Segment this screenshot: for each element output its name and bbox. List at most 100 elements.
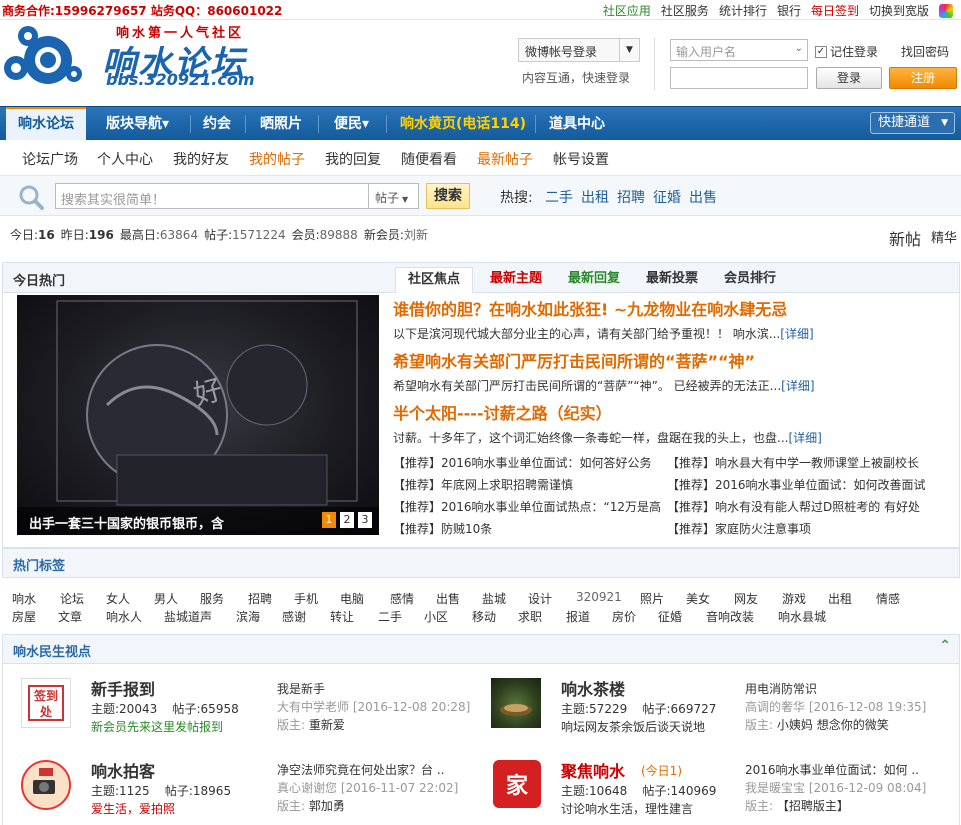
password-input[interactable] (670, 67, 808, 89)
subnav-forum-square[interactable]: 论坛广场 (22, 149, 78, 169)
link-ranking[interactable]: 统计排行 (719, 2, 767, 19)
rec-link[interactable]: 【推荐】2016响水事业单位面试：如何答好公务 (393, 454, 652, 471)
tag-link[interactable]: 房屋 (12, 608, 36, 625)
theme-color-icon[interactable] (939, 3, 953, 18)
rec-link[interactable]: 【推荐】2016响水事业单位面试：如何改善面试 (667, 476, 926, 493)
tag-link[interactable]: 感谢 (282, 608, 306, 625)
slide-dot-3[interactable]: 3 (358, 512, 372, 528)
register-button[interactable]: 注册 (889, 67, 957, 89)
hot-search-sale[interactable]: 出售 (689, 187, 717, 207)
tag-link[interactable]: 招聘 (248, 590, 272, 607)
forum-name[interactable]: 响水拍客 (91, 758, 155, 782)
rec-link[interactable]: 【推荐】年底网上求职招聘需谨慎 (393, 476, 573, 493)
tag-link[interactable]: 移动 (472, 608, 496, 625)
tag-link[interactable]: 房价 (612, 608, 636, 625)
tag-link[interactable]: 感情 (390, 590, 414, 607)
link-community-services[interactable]: 社区服务 (661, 2, 709, 19)
collapse-icon[interactable]: ⌃ (939, 638, 951, 654)
slide-dot-2[interactable]: 2 (340, 512, 354, 528)
hot-search-recruit[interactable]: 招聘 (617, 187, 645, 207)
remember-login[interactable]: ✓ 记住登录 (815, 43, 878, 60)
tag-link[interactable]: 求职 (518, 608, 542, 625)
link-daily-signin[interactable]: 每日签到 (811, 2, 859, 19)
forum-name[interactable]: 聚焦响水 (561, 758, 625, 782)
search-button[interactable]: 搜索 (426, 183, 470, 209)
tab-latest-replies[interactable]: 最新回复 (555, 267, 633, 293)
tag-link[interactable]: 游戏 (782, 590, 806, 607)
tag-link[interactable]: 美女 (686, 590, 710, 607)
tag-link[interactable]: 盐城 (482, 590, 506, 607)
forum-icon-photographer[interactable] (21, 760, 71, 810)
rec-link[interactable]: 【推荐】响水有没有能人帮过D照桩考的 有好处 (667, 498, 920, 515)
nav-forum-home[interactable]: 响水论坛 (6, 107, 86, 141)
nav-tool-center[interactable]: 道具中心 (537, 107, 617, 141)
headline-3[interactable]: 半个太阳----讨薪之路（纪实） (393, 400, 612, 424)
slideshow[interactable]: 好 出手一套三十国家的银币银币，含 1 2 3 (17, 295, 379, 535)
rec-link[interactable]: 【推荐】家庭防火注意事项 (667, 520, 811, 537)
tag-link[interactable]: 响水县城 (778, 608, 826, 625)
subnav-my-friends[interactable]: 我的好友 (173, 149, 229, 169)
tag-link[interactable]: 320921 (576, 590, 622, 604)
forum-last-post[interactable]: 净空法师究竟在何处出家？台 .. (277, 761, 444, 778)
tag-link[interactable]: 滨海 (236, 608, 260, 625)
slide-dot-1[interactable]: 1 (322, 512, 336, 528)
tag-link[interactable]: 报道 (566, 608, 590, 625)
nav-convenience[interactable]: 便民▾ (322, 107, 381, 141)
tag-link[interactable]: 出售 (436, 590, 460, 607)
subnav-my-posts[interactable]: 我的帖子 (249, 149, 305, 169)
subnav-random[interactable]: 随便看看 (401, 149, 457, 169)
forum-icon-teahouse[interactable] (491, 678, 541, 728)
username-input[interactable]: 输入用户名 ⌄ (670, 39, 808, 61)
tag-link[interactable]: 照片 (640, 590, 664, 607)
tab-member-ranking[interactable]: 会员排行 (711, 267, 789, 293)
tab-latest-topics[interactable]: 最新主题 (477, 267, 555, 293)
weibo-login-select[interactable]: 微博帐号登录 ▼ (518, 38, 640, 62)
retrieve-password-link[interactable]: 找回密码 (901, 43, 949, 60)
tag-link[interactable]: 响水 (12, 590, 36, 607)
tag-link[interactable]: 论坛 (60, 590, 84, 607)
forum-icon-focus[interactable]: 家 (493, 760, 541, 808)
slide-caption[interactable]: 出手一套三十国家的银币银币，含 (29, 513, 224, 532)
forum-last-post[interactable]: 用电消防常识 (745, 680, 817, 697)
search-type-select[interactable]: 帖子 ▼ (369, 183, 419, 209)
forum-name[interactable]: 新手报到 (91, 676, 155, 700)
tag-link[interactable]: 网友 (734, 590, 758, 607)
nav-yellow-pages[interactable]: 响水黄页(电话114) (388, 107, 538, 141)
tag-link[interactable]: 征婚 (658, 608, 682, 625)
tab-community-focus[interactable]: 社区焦点 (395, 267, 473, 293)
tag-link[interactable]: 情感 (876, 590, 900, 607)
forum-icon-newbie[interactable]: 签到处 (21, 678, 71, 728)
tag-link[interactable]: 设计 (528, 590, 552, 607)
tag-link[interactable]: 二手 (378, 608, 402, 625)
headline-1[interactable]: 谁借你的胆？在响水如此张狂! ~九龙物业在响水肆无忌 (393, 296, 787, 320)
tag-link[interactable]: 盐城道声 (164, 608, 212, 625)
forum-last-post[interactable]: 2016响水事业单位面试：如何 .. (745, 761, 919, 778)
tag-link[interactable]: 文章 (58, 608, 82, 625)
rec-link[interactable]: 【推荐】2016响水事业单位面试热点：“12万是高 (393, 498, 661, 515)
digest-link[interactable]: 精华 (931, 227, 957, 246)
forum-last-post[interactable]: 我是新手 (277, 680, 325, 697)
tag-link[interactable]: 女人 (106, 590, 130, 607)
headline-2[interactable]: 希望响水有关部门严厉打击民间所谓的“菩萨”“神” (393, 348, 755, 372)
forum-name[interactable]: 响水茶楼 (561, 676, 625, 700)
tag-link[interactable]: 出租 (828, 590, 852, 607)
rec-link[interactable]: 【推荐】防贼10条 (393, 520, 492, 537)
login-button[interactable]: 登录 (816, 67, 882, 89)
link-wide-mode[interactable]: 切换到宽版 (869, 2, 929, 19)
nav-board-guide[interactable]: 版块导航▾ (94, 107, 181, 141)
hot-search-marriage[interactable]: 征婚 (653, 187, 681, 207)
tag-link[interactable]: 转让 (330, 608, 354, 625)
hot-search-rent[interactable]: 出租 (581, 187, 609, 207)
tag-link[interactable]: 电脑 (340, 590, 364, 607)
tag-link[interactable]: 男人 (154, 590, 178, 607)
subnav-my-replies[interactable]: 我的回复 (325, 149, 381, 169)
subnav-personal-center[interactable]: 个人中心 (97, 149, 153, 169)
link-community-apps[interactable]: 社区应用 (603, 2, 651, 19)
subnav-account-settings[interactable]: 帐号设置 (553, 149, 609, 169)
tag-link[interactable]: 音响改装 (706, 608, 754, 625)
nav-photos[interactable]: 晒照片 (248, 107, 314, 141)
remember-checkbox[interactable]: ✓ (815, 45, 827, 58)
tag-link[interactable]: 响水人 (106, 608, 142, 625)
tab-latest-polls[interactable]: 最新投票 (633, 267, 711, 293)
nav-dating[interactable]: 约会 (191, 107, 243, 141)
